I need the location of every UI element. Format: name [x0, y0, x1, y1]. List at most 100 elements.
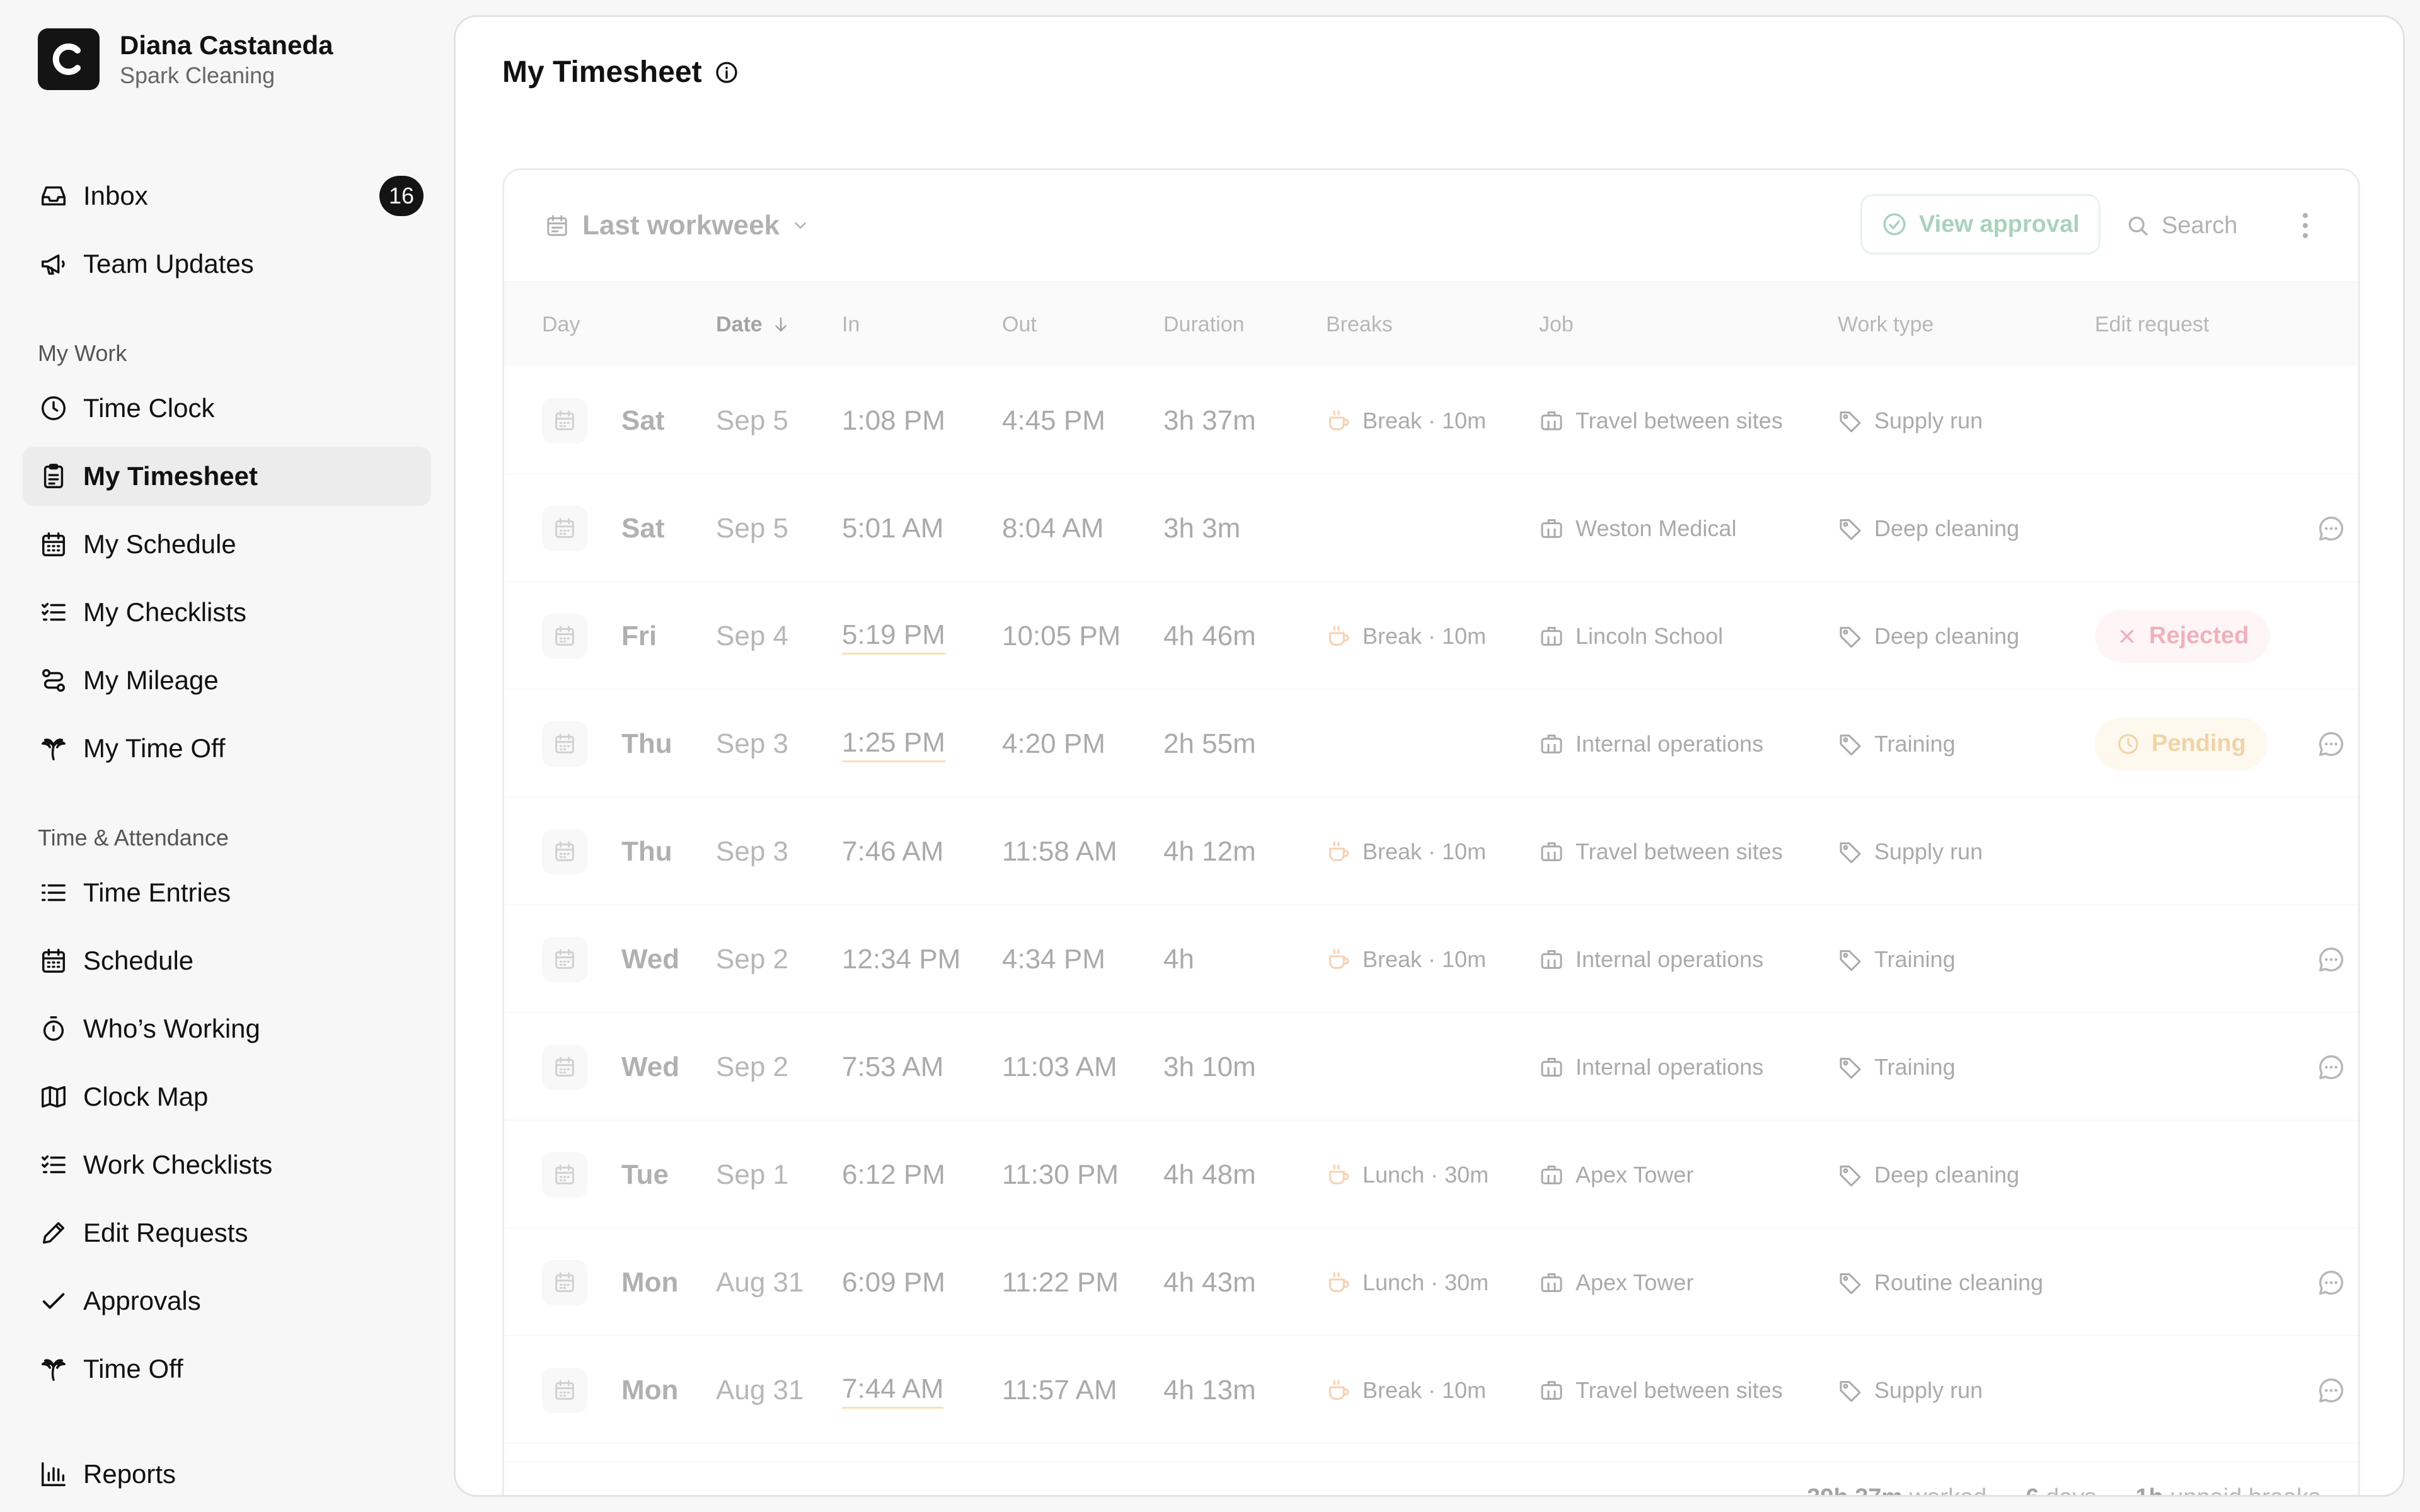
sidebar-item-team-updates[interactable]: Team Updates: [23, 234, 431, 294]
job-label: Apex Tower: [1576, 1269, 1694, 1295]
sidebar-item-whos-working[interactable]: Who’s Working: [23, 999, 431, 1058]
org-switcher[interactable]: Diana Castaneda Spark Cleaning: [38, 28, 333, 90]
sidebar-item-label: My Time Off: [83, 733, 226, 763]
cell-date: Sep 5: [716, 404, 788, 436]
cell-clock-out[interactable]: 11:57 AM: [1002, 1375, 1117, 1406]
cell-clock-out[interactable]: 8:04 AM: [1002, 513, 1103, 544]
cell-clock-in[interactable]: 1:08 PM: [842, 405, 945, 437]
info-icon[interactable]: [713, 59, 740, 86]
cell-clock-in[interactable]: 5:01 AM: [842, 513, 943, 544]
column-header-in[interactable]: In: [842, 282, 860, 367]
sidebar-item-label: My Schedule: [83, 529, 236, 559]
cell-breaks[interactable]: Break · 10m: [1326, 905, 1486, 1013]
comment-icon[interactable]: [2317, 1228, 2358, 1336]
sidebar-item-approvals[interactable]: Approvals: [23, 1271, 431, 1331]
table-row[interactable]: Tue Sep 1 6:12 PM 11:30 PM 4h 48m Lunch · 30m…: [504, 1121, 2358, 1228]
column-header-work-type[interactable]: Work type: [1838, 282, 1933, 367]
sidebar-item-time-clock[interactable]: Time Clock: [23, 379, 431, 438]
search-icon: [2125, 213, 2150, 238]
cell-clock-out[interactable]: 4:20 PM: [1002, 728, 1105, 760]
cell-clock-in[interactable]: 7:44 AM: [842, 1372, 944, 1409]
cell-date: Sep 2: [716, 1051, 788, 1082]
sidebar-item-my-mileage[interactable]: My Mileage: [23, 651, 431, 710]
work-type-label: Deep cleaning: [1874, 1161, 2020, 1188]
cell-duration: 3h 3m: [1163, 512, 1241, 544]
cell-clock-out[interactable]: 4:34 PM: [1002, 944, 1105, 975]
cell-breaks[interactable]: Break · 10m: [1326, 798, 1486, 905]
period-selector[interactable]: Last workweek: [544, 205, 810, 246]
sidebar-item-schedule[interactable]: Schedule: [23, 931, 431, 990]
table-row[interactable]: Wed Sep 2 12:34 PM 4:34 PM 4h Break · 10m Inte…: [504, 905, 2358, 1013]
sidebar-item-reports[interactable]: Reports: [23, 1445, 431, 1504]
column-header-job[interactable]: Job: [1539, 282, 1574, 367]
company-name: Spark Cleaning: [120, 62, 275, 88]
cell-clock-in[interactable]: 7:53 AM: [842, 1051, 943, 1083]
table-row[interactable]: Fri Sep 4 5:19 PM 10:05 PM 4h 46m Break · 10m…: [504, 582, 2358, 690]
cell-duration: 3h 10m: [1163, 1051, 1256, 1082]
sidebar-item-my-schedule[interactable]: My Schedule: [23, 515, 431, 574]
column-header-breaks[interactable]: Breaks: [1326, 282, 1393, 367]
comment-icon[interactable]: [2317, 1013, 2358, 1121]
cell-clock-out[interactable]: 11:22 PM: [1002, 1267, 1119, 1298]
coffee-cup-icon: [1326, 1162, 1351, 1188]
comment-icon[interactable]: [2317, 474, 2358, 582]
list-icon: [38, 877, 69, 908]
sidebar-item-time-entries[interactable]: Time Entries: [23, 863, 431, 922]
sidebar-item-time-off[interactable]: Time Off: [23, 1339, 431, 1399]
cell-clock-in[interactable]: 6:09 PM: [842, 1267, 945, 1298]
column-header-duration[interactable]: Duration: [1163, 282, 1245, 367]
clock-icon: [2116, 732, 2140, 756]
briefcase-icon: [1539, 408, 1564, 433]
cell-clock-in[interactable]: 5:19 PM: [842, 617, 945, 655]
column-header-day[interactable]: Day: [542, 282, 580, 367]
sidebar-item-label: Team Updates: [83, 249, 254, 278]
column-header-out[interactable]: Out: [1002, 282, 1037, 367]
comment-icon[interactable]: [2317, 905, 2358, 1013]
sidebar-item-my-checklists[interactable]: My Checklists: [23, 583, 431, 642]
cell-clock-out[interactable]: 11:30 PM: [1002, 1159, 1119, 1191]
sidebar-item-inbox[interactable]: Inbox 16: [23, 166, 431, 226]
table-row[interactable]: Thu Sep 3 1:25 PM 4:20 PM 2h 55m Internal ope…: [504, 690, 2358, 798]
comment-icon[interactable]: [2317, 690, 2358, 798]
briefcase-icon: [1539, 624, 1564, 649]
status-badge-pending[interactable]: Pending: [2095, 717, 2267, 770]
cell-breaks[interactable]: Lunch · 30m: [1326, 1228, 1489, 1336]
cell-clock-out[interactable]: 4:45 PM: [1002, 405, 1105, 437]
cell-clock-out[interactable]: 11:58 AM: [1002, 836, 1117, 868]
cell-clock-in[interactable]: 6:12 PM: [842, 1159, 945, 1191]
cell-breaks[interactable]: Lunch · 30m: [1326, 1121, 1489, 1228]
sidebar-item-my-time-off[interactable]: My Time Off: [23, 719, 431, 778]
cell-job: Apex Tower: [1539, 1228, 1693, 1336]
cell-clock-in[interactable]: 7:46 AM: [842, 836, 943, 868]
table-row[interactable]: Mon Aug 31 6:09 PM 11:22 PM 4h 43m Lunch · 30…: [504, 1228, 2358, 1336]
cell-breaks[interactable]: Break · 10m: [1326, 1336, 1486, 1444]
comment-icon[interactable]: [2317, 1336, 2358, 1444]
search-button[interactable]: Search: [2125, 205, 2237, 246]
view-approval-button[interactable]: View approval: [1860, 194, 2100, 255]
cell-clock-in[interactable]: 12:34 PM: [842, 944, 960, 975]
table-row[interactable]: Sat Sep 5 5:01 AM 8:04 AM 3h 3m Weston Medica…: [504, 474, 2358, 582]
break-label: Lunch · 30m: [1363, 1161, 1489, 1188]
cell-breaks[interactable]: Break · 10m: [1326, 367, 1486, 474]
table-row[interactable]: Mon Aug 31 7:44 AM 11:57 AM 4h 13m Break · 10…: [504, 1336, 2358, 1444]
sidebar-item-clock-map[interactable]: Clock Map: [23, 1067, 431, 1126]
sidebar-item-work-checklists[interactable]: Work Checklists: [23, 1135, 431, 1194]
sidebar-item-my-timesheet[interactable]: My Timesheet: [23, 447, 431, 506]
cell-clock-out[interactable]: 10:05 PM: [1002, 621, 1121, 652]
column-header-date[interactable]: Date: [716, 282, 790, 367]
pencil-icon: [38, 1217, 69, 1249]
view-approval-label: View approval: [1919, 210, 2080, 238]
status-badge-rejected[interactable]: Rejected: [2095, 609, 2271, 663]
column-header-edit-request[interactable]: Edit request: [2095, 282, 2209, 367]
more-options-icon[interactable]: [2293, 205, 2318, 246]
cell-date: Sep 5: [716, 512, 788, 544]
cell-breaks[interactable]: Break · 10m: [1326, 582, 1486, 690]
sidebar-item-label: Edit Requests: [83, 1218, 248, 1247]
cell-clock-out[interactable]: 11:03 AM: [1002, 1051, 1117, 1083]
table-row[interactable]: Wed Sep 2 7:53 AM 11:03 AM 3h 10m Internal op…: [504, 1013, 2358, 1121]
sidebar-item-edit-requests[interactable]: Edit Requests: [23, 1203, 431, 1263]
table-row[interactable]: Thu Sep 3 7:46 AM 11:58 AM 4h 12m Break · 10m…: [504, 798, 2358, 905]
x-icon: [2116, 626, 2138, 647]
table-row[interactable]: Sat Sep 5 1:08 PM 4:45 PM 3h 37m Break · 10m T…: [504, 367, 2358, 474]
cell-clock-in[interactable]: 1:25 PM: [842, 725, 945, 762]
